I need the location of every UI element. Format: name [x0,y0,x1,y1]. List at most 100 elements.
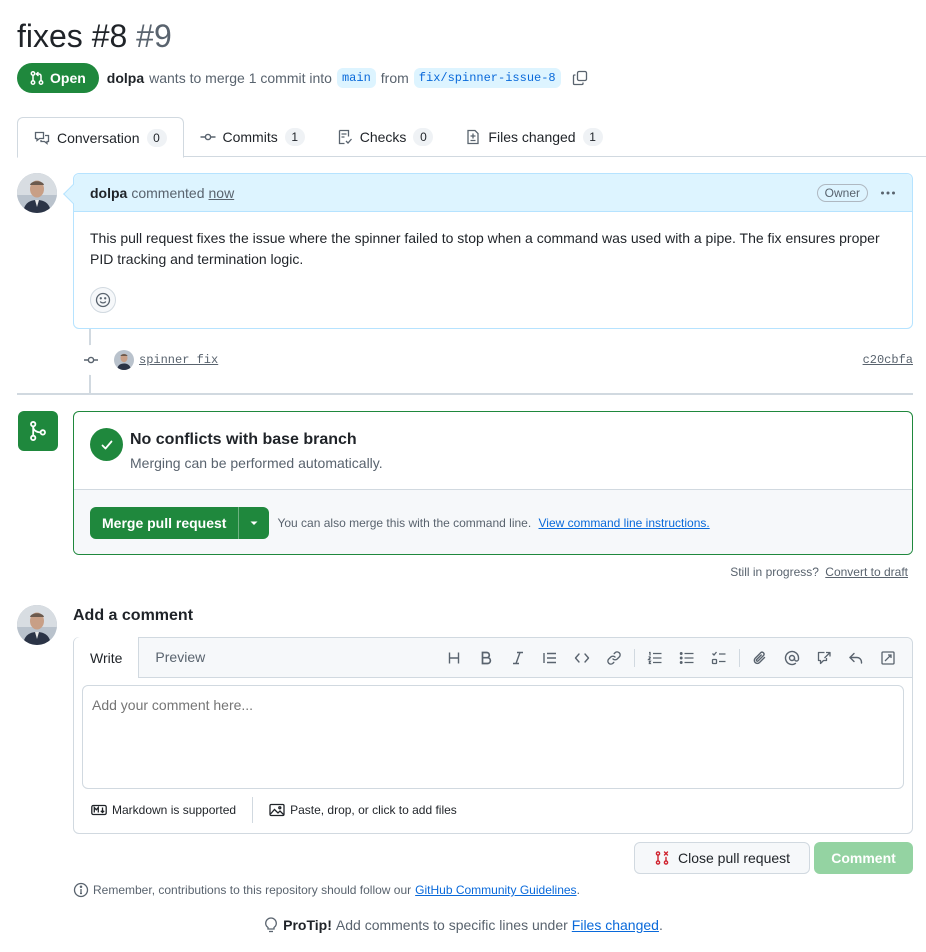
merge-button-group: Merge pull request [90,506,270,539]
markdown-icon [91,804,107,816]
commit-author-avatar[interactable] [114,350,134,370]
comment-discussion-icon [34,131,50,145]
commit-message-link[interactable]: spinner fix [139,353,218,367]
editor-header: Write Preview [74,636,912,678]
image-icon [269,803,285,817]
merge-summary: dolpa wants to merge 1 commit into main … [107,68,588,88]
bold-icon[interactable] [470,645,502,671]
tab-write[interactable]: Write [74,637,140,678]
page-title: fixes #8 #9 [17,16,172,56]
cross-reference-icon[interactable] [808,645,840,671]
base-branch[interactable]: main [336,68,376,88]
tab-conversation[interactable]: Conversation 0 [17,117,184,158]
link-icon[interactable] [598,645,630,671]
head-branch[interactable]: fix/spinner-issue-8 [413,68,561,88]
markdown-note: Markdown is supported [112,803,237,817]
draft-text: Still in progress? [730,565,819,579]
close-pull-request-button[interactable]: Close pull request [634,842,810,874]
bulleted-list-icon[interactable] [671,645,703,671]
comment-header: dolpa commented now Owner [74,174,912,212]
add-files-button[interactable]: Paste, drop, or click to add files [269,802,457,818]
tab-checks[interactable]: Checks 0 [321,117,450,157]
checklist-icon [338,129,352,145]
kebab-menu-icon[interactable] [880,185,896,201]
add-comment-title: Add a comment [73,607,194,624]
git-commit-icon [200,133,215,141]
comment-body: This pull request fixes the issue where … [90,230,880,267]
heading-icon[interactable] [438,645,470,671]
comment-timestamp[interactable]: now [209,185,235,201]
reply-icon[interactable] [840,645,872,671]
fullscreen-icon[interactable] [872,645,904,671]
current-user-avatar[interactable] [17,605,57,645]
tab-commits[interactable]: Commits 1 [184,117,321,157]
tab-count: 0 [413,128,434,146]
avatar[interactable] [17,173,57,213]
comment-author[interactable]: dolpa [90,185,127,201]
task-list-icon[interactable] [703,645,735,671]
markdown-toolbar [438,645,904,671]
tab-count: 0 [146,128,167,147]
pr-status-row: Open dolpa wants to merge 1 commit into … [17,63,588,93]
italic-icon[interactable] [502,645,534,671]
protip-text: Add comments to specific lines under [335,917,568,933]
pr-title: fixes #8 [17,18,128,54]
git-pull-request-closed-icon [655,851,669,865]
status-label: Open [50,70,86,86]
remember-text: Remember, contributions to this reposito… [93,883,412,897]
paperclip-icon[interactable] [744,645,776,671]
comment-button[interactable]: Comment [814,842,913,874]
commit-sha-link[interactable]: c20cbfa [863,353,913,367]
protip: ProTip! Add comments to specific lines u… [0,917,926,933]
protip-label: ProTip! [283,917,332,933]
comment-card: dolpa commented now Owner This pull requ… [63,173,913,329]
convert-to-draft-link[interactable]: Convert to draft [825,565,908,579]
code-icon[interactable] [566,645,598,671]
add-reaction-button[interactable] [90,287,116,313]
toolbar-divider [739,649,740,667]
copy-icon[interactable] [572,70,588,86]
numbered-list-icon[interactable] [639,645,671,671]
toolbar-divider [634,649,635,667]
quote-icon[interactable] [534,645,566,671]
comment-editor: Write Preview Add your comment here... M… [73,637,913,834]
merge-subtitle: Merging can be performed automatically. [130,455,383,471]
merge-status: No conflicts with base branch Merging ca… [74,412,912,490]
community-guidelines-note: Remember, contributions to this reposito… [73,882,580,898]
tab-label: Files changed [488,129,576,145]
merge-options-dropdown[interactable] [238,506,269,539]
community-guidelines-link[interactable]: GitHub Community Guidelines [415,883,576,897]
editor-footer: Markdown is supported Paste, drop, or cl… [74,796,912,824]
tab-label: Conversation [57,129,140,146]
merge-text-1: wants to merge 1 commit into [149,70,332,86]
file-diff-icon [467,129,480,145]
check-icon [90,428,123,461]
comment-textarea[interactable] [82,685,904,789]
mention-icon[interactable] [776,645,808,671]
comment-action: commented [131,184,205,201]
git-commit-icon [76,345,106,375]
draft-row: Still in progress? Convert to draft [730,565,908,579]
info-icon [73,882,89,898]
tab-label: Commits [222,129,278,145]
smiley-icon [95,292,111,308]
merge-hint: You can also merge this with the command… [277,516,709,530]
tab-files-changed[interactable]: Files changed 1 [449,117,618,157]
pr-author[interactable]: dolpa [107,70,144,86]
command-line-instructions-link[interactable]: View command line instructions. [539,516,710,530]
light-bulb-icon [265,917,278,933]
tab-label: Checks [359,129,407,145]
files-changed-link[interactable]: Files changed [572,917,659,933]
merge-pull-request-button[interactable]: Merge pull request [90,507,238,539]
status-badge: Open [17,63,99,93]
tab-preview[interactable]: Preview [139,636,221,677]
timeline-commit: spinner fix c20cbfa [76,345,913,375]
owner-badge: Owner [816,183,868,202]
markdown-supported-link[interactable]: Markdown is supported [91,802,236,818]
merge-hint-text: You can also merge this with the command… [277,515,532,530]
merge-title: No conflicts with base branch [130,431,357,448]
close-button-label: Close pull request [677,850,791,866]
pr-number: #9 [136,18,172,54]
merge-actions: Merge pull request You can also merge th… [74,490,912,554]
protip-end: . [658,917,663,933]
